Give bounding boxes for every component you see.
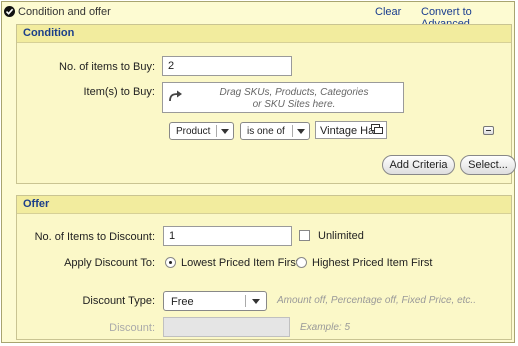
chevron-down-icon — [221, 129, 229, 134]
discount-type-separator — [245, 295, 246, 307]
discount-type-dropdown[interactable]: Free — [163, 291, 267, 311]
highest-priced-radio[interactable] — [296, 257, 307, 268]
chevron-down-icon — [297, 129, 305, 134]
discount-label: Discount: — [109, 322, 155, 334]
popup-window-icon[interactable] — [371, 124, 383, 138]
criteria-operator-separator — [292, 125, 293, 137]
criteria-value-text: Vintage Hat — [320, 125, 378, 137]
discount-input[interactable] — [163, 317, 290, 337]
clear-link[interactable]: Clear — [375, 6, 401, 18]
offer-section-header: Offer — [17, 196, 511, 214]
minus-icon — [486, 130, 491, 131]
criteria-operator-dropdown[interactable]: is one of — [240, 122, 310, 140]
discount-type-label: Discount Type: — [82, 295, 155, 307]
add-criteria-button[interactable]: Add Criteria — [382, 155, 455, 175]
offer-section: Offer No. of Items to Discount: 1 Unlimi… — [16, 195, 512, 340]
condition-section-header: Condition — [17, 25, 511, 43]
lowest-priced-label: Lowest Priced Item First — [181, 257, 299, 269]
criteria-operator-value: is one of — [247, 126, 285, 137]
unlimited-label: Unlimited — [318, 230, 364, 242]
select-button[interactable]: Select... — [460, 155, 516, 175]
dropzone-hint-line-2: or SKU Sites here. — [252, 99, 336, 110]
items-to-buy-input[interactable]: 2 — [162, 56, 292, 76]
check-circle-icon[interactable] — [4, 6, 15, 17]
offer-header-label: Offer — [23, 198, 50, 210]
highest-priced-label: Highest Priced Item First — [312, 257, 433, 269]
remove-criteria-button[interactable] — [483, 126, 494, 135]
dropzone-hint: Drag SKUs, Products, Categories or SKU S… — [191, 87, 397, 111]
panel-title: Condition and offer — [18, 6, 111, 18]
lowest-priced-radio[interactable] — [165, 257, 176, 268]
criteria-type-dropdown[interactable]: Product — [169, 122, 234, 140]
dropzone-hint-line-1: Drag SKUs, Products, Categories — [219, 87, 369, 98]
discount-type-value: Free — [171, 296, 194, 308]
discount-hint: Example: 5 — [300, 322, 351, 333]
apply-discount-label: Apply Discount To: — [64, 257, 155, 269]
items-to-discount-input[interactable]: 1 — [163, 226, 292, 246]
criteria-value-tag[interactable]: Vintage Hat — [315, 121, 387, 139]
items-dropzone[interactable]: Drag SKUs, Products, Categories or SKU S… — [162, 82, 404, 113]
curved-arrow-icon — [169, 90, 183, 105]
chevron-down-icon — [252, 299, 260, 304]
panel-header: Condition and offer Clear Convert to Adv… — [2, 2, 514, 30]
items-to-buy-label: No. of items to Buy: — [59, 61, 155, 73]
condition-section: Condition No. of items to Buy: 2 Item(s)… — [16, 24, 516, 184]
items-to-discount-label: No. of Items to Discount: — [34, 231, 155, 243]
discount-type-hint: Amount off, Percentage off, Fixed Price,… — [277, 295, 476, 306]
condition-header-label: Condition — [23, 27, 75, 39]
unlimited-checkbox[interactable] — [299, 230, 310, 241]
criteria-type-value: Product — [176, 126, 211, 137]
items-to-buy-list-label: Item(s) to Buy: — [83, 86, 155, 98]
condition-offer-panel: Condition and offer Clear Convert to Adv… — [1, 1, 516, 343]
criteria-type-separator — [216, 125, 217, 137]
